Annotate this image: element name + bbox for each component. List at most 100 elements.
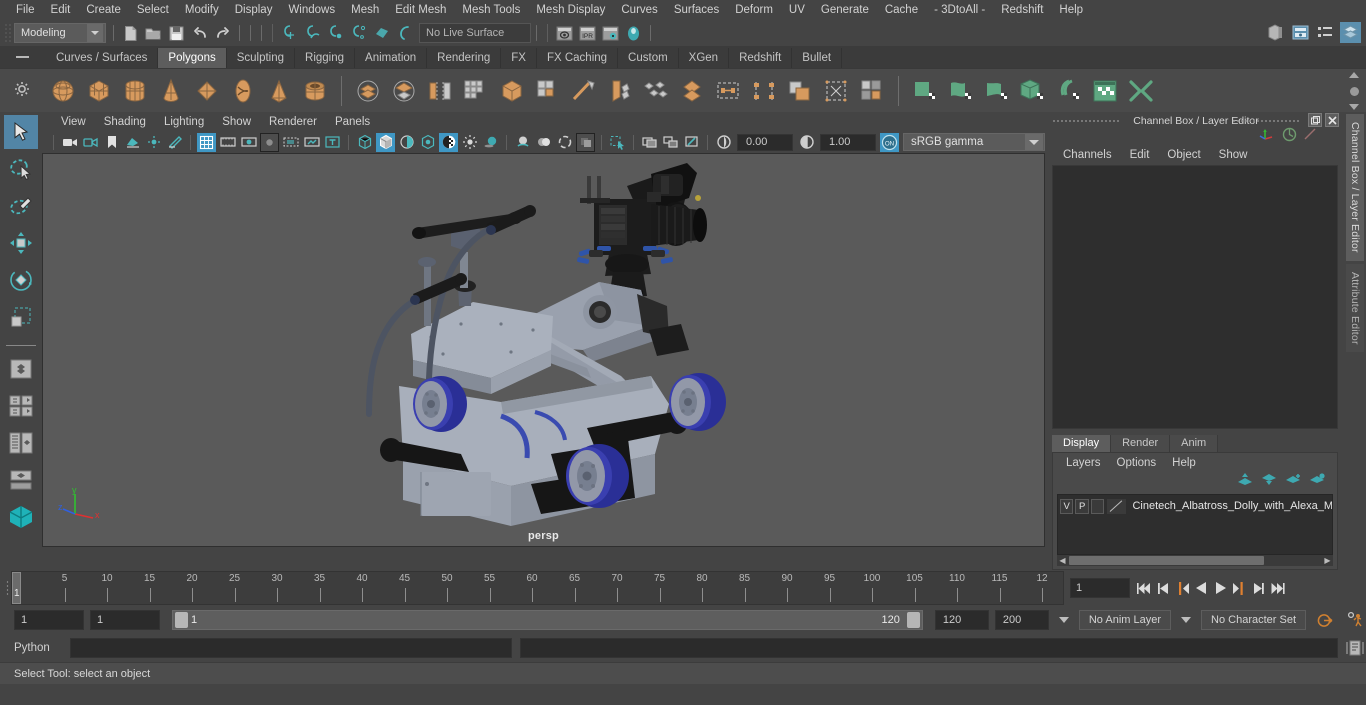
motion-blur-icon[interactable] <box>534 133 553 152</box>
create-layer-from-selected-icon[interactable] <box>1309 473 1325 491</box>
animation-start-field[interactable]: 1 <box>14 610 84 630</box>
scroll-down-icon[interactable] <box>1349 104 1359 110</box>
scroll-right-icon[interactable]: ▶ <box>1322 556 1333 565</box>
perspective-viewport[interactable]: x y z persp <box>42 153 1045 547</box>
show-hide-attribute-editor-icon[interactable] <box>1290 22 1311 43</box>
shelf-tab-animation[interactable]: Animation <box>355 48 428 68</box>
ipr-render-icon[interactable]: IPR <box>577 23 598 44</box>
shelf-tab-rigging[interactable]: Rigging <box>295 48 356 68</box>
color-management-selector[interactable]: sRGB gamma <box>903 133 1045 151</box>
shelf-button-poly-cube[interactable] <box>82 74 116 108</box>
panel-grip-left[interactable] <box>1052 119 1120 122</box>
panel-grip-right[interactable] <box>1232 119 1300 122</box>
side-tab-attribute-editor[interactable]: Attribute Editor <box>1346 263 1364 353</box>
grease-pencil-icon[interactable] <box>165 133 184 152</box>
shelf-tab-menu-icon[interactable] <box>0 46 46 68</box>
show-hide-modeling-toolkit-icon[interactable] <box>1265 22 1286 43</box>
step-back-key-button[interactable] <box>1174 578 1191 598</box>
transform-axes-icon[interactable] <box>1259 127 1276 147</box>
menu-curves[interactable]: Curves <box>613 0 665 20</box>
anim-layer-selector[interactable]: No Anim Layer <box>1078 610 1172 630</box>
viewport-menu-renderer[interactable]: Renderer <box>260 116 326 128</box>
render-current-frame-icon[interactable] <box>554 23 575 44</box>
shelf-button-nurbs-plane[interactable] <box>908 74 942 108</box>
new-scene-icon[interactable] <box>120 23 141 44</box>
channelbox-menu-object[interactable]: Object <box>1158 149 1209 161</box>
command-language-label[interactable]: Python <box>14 642 66 654</box>
time-slider-playhead[interactable]: 1 <box>12 572 21 604</box>
anim-layer-dropdown-icon[interactable] <box>1058 617 1069 623</box>
shelf-button-poly-cone[interactable] <box>154 74 188 108</box>
chevron-down-icon[interactable] <box>87 24 103 42</box>
shelf-tab-custom[interactable]: Custom <box>618 48 679 68</box>
rotate-tool-button[interactable] <box>4 263 38 297</box>
snap-to-point-icon[interactable] <box>325 23 346 44</box>
gate-mask-icon[interactable] <box>260 132 279 152</box>
menu-surfaces[interactable]: Surfaces <box>666 0 727 20</box>
shelf-tab-redshift[interactable]: Redshift <box>729 48 793 68</box>
layer-reference-toggle[interactable] <box>1090 498 1105 514</box>
time-slider-grip[interactable] <box>4 580 11 596</box>
shelf-button-poly-mirror[interactable] <box>423 74 457 108</box>
animation-preferences-icon[interactable] <box>1344 610 1366 630</box>
shadows-icon[interactable] <box>481 133 500 152</box>
menu-uv[interactable]: UV <box>781 0 813 20</box>
menu-select[interactable]: Select <box>129 0 177 20</box>
menu-generate[interactable]: Generate <box>813 0 877 20</box>
scroll-thumb[interactable] <box>1349 86 1359 96</box>
shelf-button-nurbs-cube[interactable] <box>1016 74 1050 108</box>
command-result-field[interactable] <box>520 638 1338 658</box>
undock-panel-icon[interactable] <box>1308 113 1322 127</box>
xray-joints-icon[interactable] <box>640 133 659 152</box>
xray-shading-icon[interactable] <box>302 133 321 152</box>
shelf-tab-polygons[interactable]: Polygons <box>158 48 227 68</box>
create-empty-layer-icon[interactable] <box>1285 473 1301 491</box>
shelf-options-gear-icon[interactable] <box>14 81 32 99</box>
viewport-menu-panels[interactable]: Panels <box>326 116 379 128</box>
exposure-reset-icon[interactable] <box>682 133 701 152</box>
character-set-selector[interactable]: No Character Set <box>1201 610 1306 630</box>
menu-file[interactable]: File <box>8 0 43 20</box>
select-camera-icon[interactable] <box>60 133 79 152</box>
layer-menu-options[interactable]: Options <box>1109 457 1165 469</box>
smooth-shade-all-icon[interactable] <box>376 132 395 152</box>
shelf-button-poly-torus[interactable] <box>226 74 260 108</box>
shelf-button-poly-quadrangulate[interactable] <box>855 74 889 108</box>
lasso-select-tool-button[interactable] <box>4 152 38 186</box>
save-scene-icon[interactable] <box>166 23 187 44</box>
layer-row[interactable]: V P Cinetech_Albatross_Dolly_with_Alexa_… <box>1058 495 1332 515</box>
menu-cache[interactable]: Cache <box>877 0 926 20</box>
shelf-scroll-controls[interactable] <box>1346 72 1362 110</box>
resolution-gate-icon[interactable] <box>239 133 258 152</box>
layout-single-perspective-button[interactable] <box>4 352 38 386</box>
shelf-button-poly-boolean[interactable] <box>783 74 817 108</box>
channelbox-menu-channels[interactable]: Channels <box>1054 149 1121 161</box>
shelf-button-poly-separate[interactable] <box>387 74 421 108</box>
snap-to-view-plane-icon[interactable] <box>371 23 392 44</box>
snap-to-curve-icon[interactable] <box>302 23 323 44</box>
menu-mesh[interactable]: Mesh <box>343 0 387 20</box>
menu-edit[interactable]: Edit <box>43 0 79 20</box>
playback-start-field[interactable]: 1 <box>90 610 160 630</box>
film-gate-display-icon[interactable] <box>281 133 300 152</box>
shelf-tab-curves-surfaces[interactable]: Curves / Surfaces <box>46 48 159 68</box>
depth-peeling-icon[interactable] <box>576 132 595 152</box>
status-line-grip[interactable] <box>4 23 12 43</box>
multisample-aa-icon[interactable] <box>555 133 574 152</box>
show-hide-tool-settings-icon[interactable] <box>1315 22 1336 43</box>
shelf-button-poly-smooth[interactable] <box>459 74 493 108</box>
menu-edit-mesh[interactable]: Edit Mesh <box>387 0 454 20</box>
shelf-button-poly-append[interactable] <box>675 74 709 108</box>
text-display-icon[interactable] <box>323 133 342 152</box>
wireframe-shading-icon[interactable] <box>355 133 374 152</box>
shelf-button-poly-fill-hole[interactable] <box>819 74 853 108</box>
shelf-button-nurbs-revolve[interactable] <box>1052 74 1086 108</box>
shelf-button-poly-cylinder[interactable] <box>118 74 152 108</box>
viewport-menu-lighting[interactable]: Lighting <box>155 116 213 128</box>
command-input-field[interactable] <box>70 638 512 658</box>
menu-modify[interactable]: Modify <box>177 0 227 20</box>
play-backwards-button[interactable] <box>1193 578 1210 598</box>
animation-end-field[interactable]: 200 <box>994 610 1049 630</box>
layer-horizontal-scrollbar[interactable]: ◀ ▶ <box>1057 555 1333 566</box>
move-layer-up-icon[interactable] <box>1237 473 1253 491</box>
